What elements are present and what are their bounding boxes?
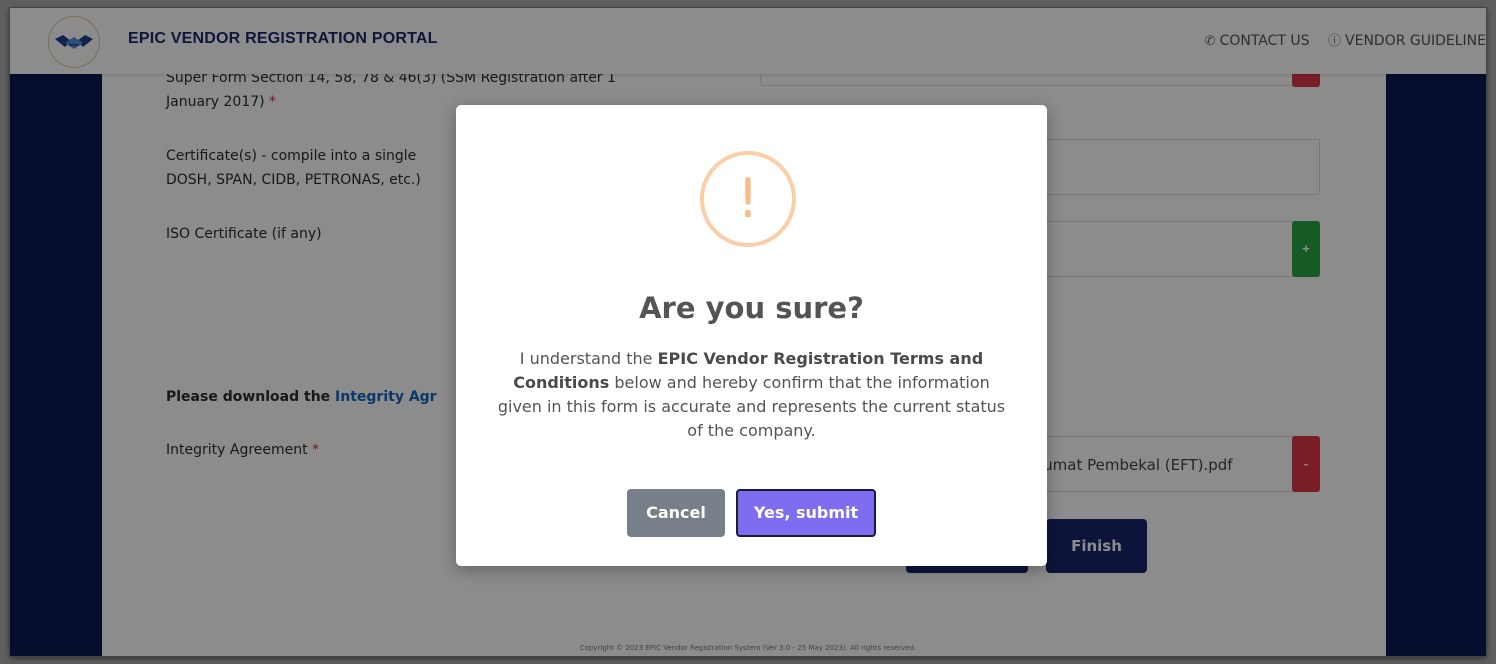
- warning-icon: !: [700, 151, 796, 247]
- yes-submit-button[interactable]: Yes, submit: [736, 489, 876, 537]
- dialog-title: Are you sure?: [639, 291, 864, 325]
- cancel-button[interactable]: Cancel: [627, 489, 725, 537]
- dialog-message: I understand the EPIC Vendor Registratio…: [497, 349, 1006, 440]
- confirm-dialog: ! Are you sure? I understand the EPIC Ve…: [456, 105, 1047, 566]
- browser-frame: Super Form Section 14, 58, 78 & 46(3) (S…: [10, 8, 1486, 656]
